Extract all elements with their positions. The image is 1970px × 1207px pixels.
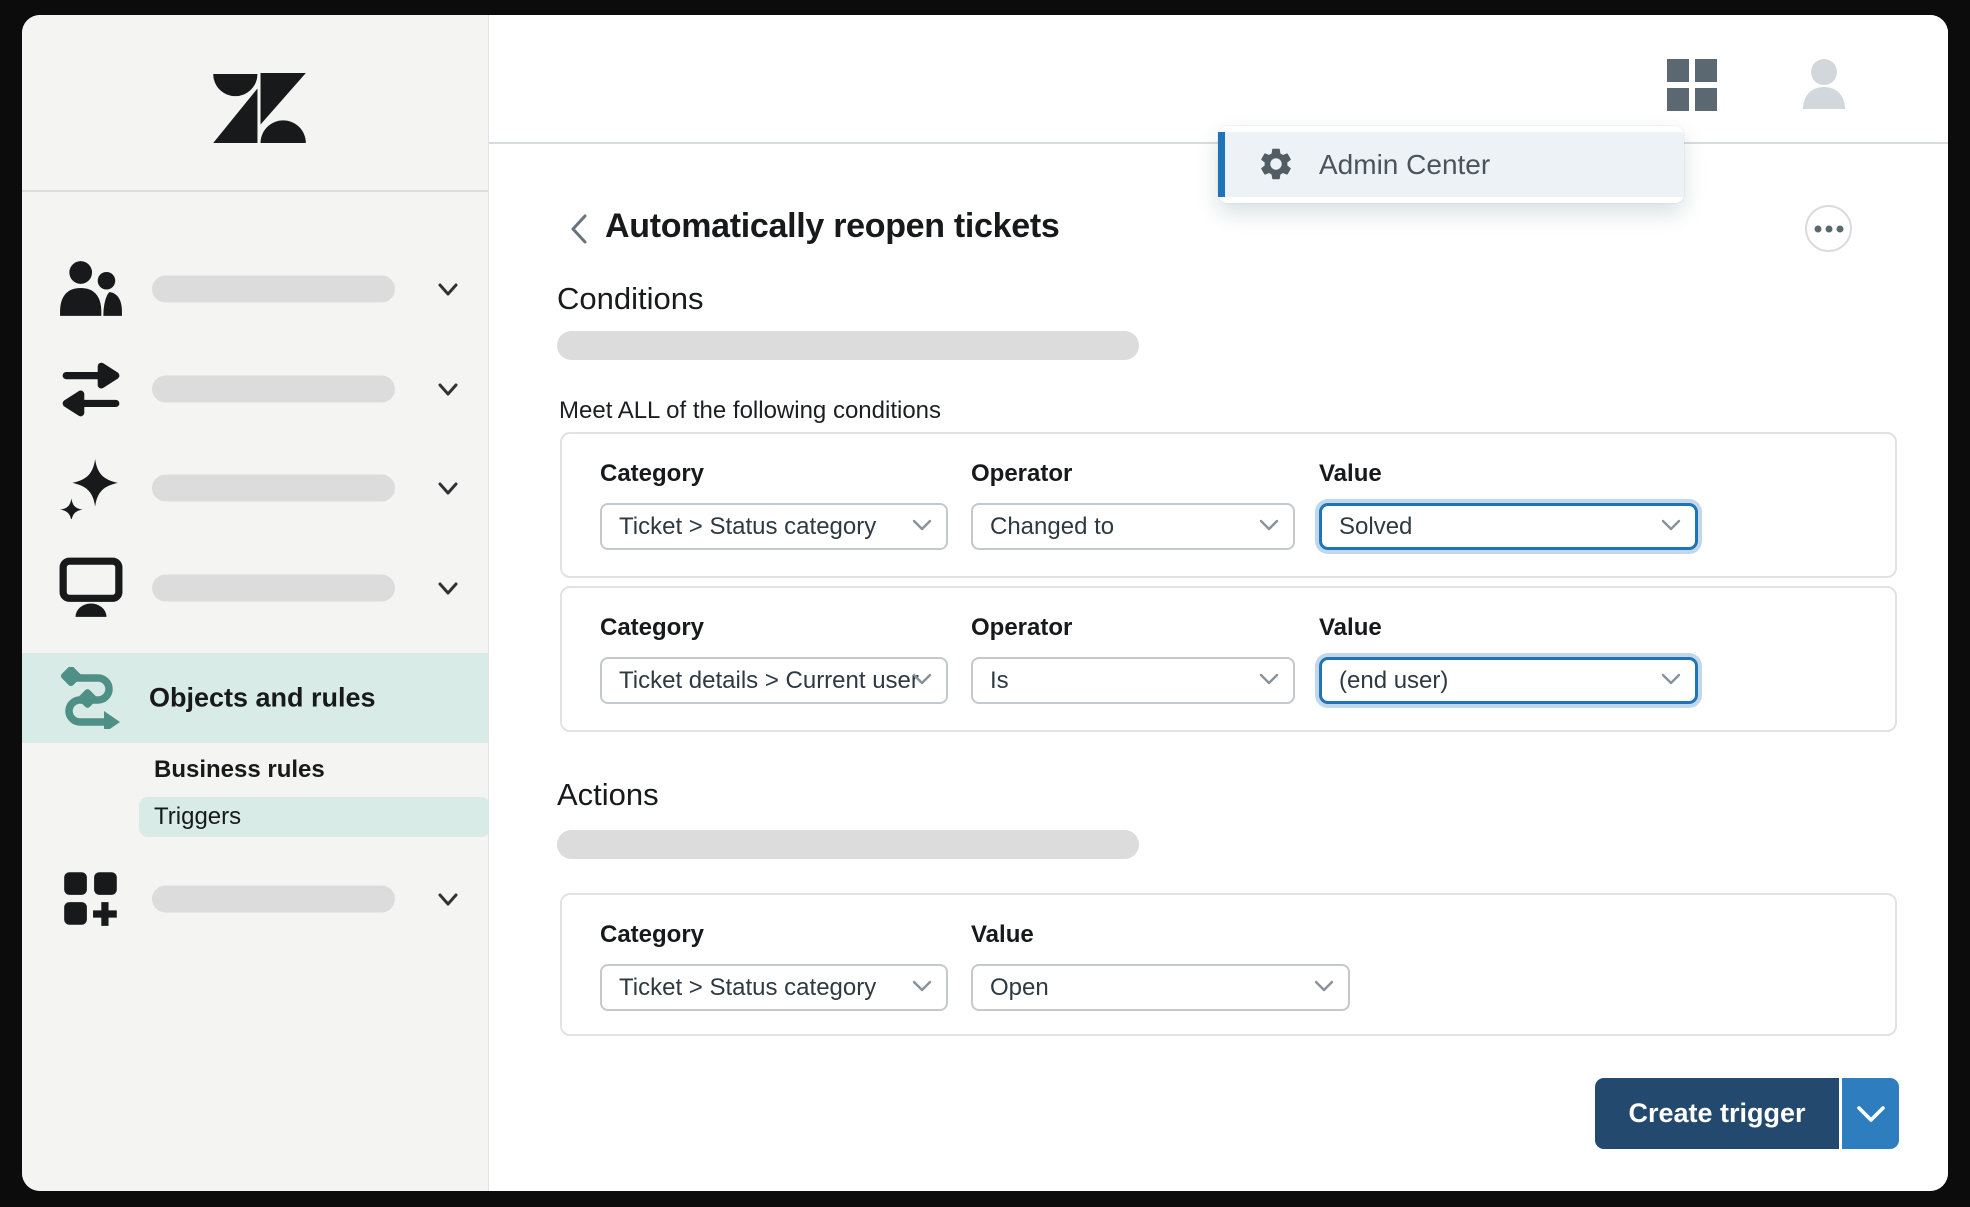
chevron-down-icon <box>912 979 932 997</box>
value-label: Value <box>971 921 1350 949</box>
monitor-icon <box>58 557 124 619</box>
create-trigger-split-button: Create trigger <box>1595 1078 1899 1149</box>
skeleton-text <box>557 830 1139 859</box>
admin-center-flyout: Admin Center <box>1218 126 1684 203</box>
category-select[interactable]: Ticket details > Current user <box>600 657 948 704</box>
value-select[interactable]: Open <box>971 964 1350 1011</box>
create-trigger-button[interactable]: Create trigger <box>1595 1078 1839 1149</box>
ellipsis-icon[interactable] <box>1805 205 1852 252</box>
chevron-down-icon[interactable] <box>434 375 462 403</box>
menu-item-admin-center[interactable]: Admin Center <box>1218 132 1684 197</box>
sidebar-item-channels[interactable] <box>22 357 488 421</box>
skeleton-label <box>152 276 395 303</box>
sidebar-item-apps[interactable] <box>22 867 488 931</box>
action-card: Category Ticket > Status category Value … <box>560 893 1897 1036</box>
skeleton-label <box>152 886 395 913</box>
chevron-down-icon <box>1314 979 1334 997</box>
app-window: Objects and rules Business rules Trigger… <box>22 15 1948 1191</box>
gear-icon <box>1257 145 1295 183</box>
skeleton-label <box>152 475 395 502</box>
create-trigger-caret-button[interactable] <box>1842 1078 1899 1149</box>
meet-all-text: Meet ALL of the following conditions <box>559 397 941 425</box>
chevron-down-icon[interactable] <box>434 885 462 913</box>
sidebar-divider <box>22 190 488 192</box>
sparkles-icon <box>58 457 124 519</box>
operator-label: Operator <box>971 614 1295 642</box>
chevron-down-icon[interactable] <box>434 574 462 602</box>
chevron-down-icon[interactable] <box>434 275 462 303</box>
category-label: Category <box>600 460 948 488</box>
condition-card: Category Ticket > Status category Operat… <box>560 432 1897 578</box>
operator-select[interactable]: Is <box>971 657 1295 704</box>
value-select[interactable]: (end user) <box>1319 657 1698 704</box>
skeleton-text <box>557 331 1139 360</box>
chevron-down-icon <box>912 518 932 536</box>
chevron-down-icon[interactable] <box>434 474 462 502</box>
sidebar-item-workspaces[interactable] <box>22 556 488 620</box>
category-select[interactable]: Ticket > Status category <box>600 964 948 1011</box>
sidebar-item-objects-and-rules[interactable]: Objects and rules <box>22 653 488 743</box>
sidebar-item-label: Objects and rules <box>149 683 376 714</box>
category-label: Category <box>600 921 948 949</box>
chevron-down-icon <box>1259 672 1279 690</box>
admin-center-label: Admin Center <box>1319 149 1490 181</box>
user-avatar-icon[interactable] <box>1801 59 1848 109</box>
sidebar: Objects and rules Business rules Trigger… <box>22 15 489 1191</box>
chevron-left-icon[interactable] <box>564 211 596 247</box>
skeleton-label <box>152 376 395 403</box>
main-content: Admin Center Automatically reopen ticket… <box>489 15 1948 1191</box>
apps-grid-plus-icon <box>58 868 124 930</box>
chevron-down-icon <box>912 672 932 690</box>
value-label: Value <box>1319 460 1698 488</box>
people-icon <box>58 258 124 320</box>
chevron-down-icon <box>1661 672 1681 690</box>
transfer-arrows-icon <box>58 358 124 420</box>
page-title: Automatically reopen tickets <box>605 207 1060 246</box>
value-label: Value <box>1319 614 1698 642</box>
sidebar-subitem-business-rules[interactable]: Business rules <box>154 752 474 788</box>
category-select[interactable]: Ticket > Status category <box>600 503 948 550</box>
condition-card: Category Ticket details > Current user O… <box>560 586 1897 732</box>
value-select[interactable]: Solved <box>1319 503 1698 550</box>
sidebar-item-ai[interactable] <box>22 456 488 520</box>
chevron-down-icon <box>1259 518 1279 536</box>
category-label: Category <box>600 614 948 642</box>
sidebar-subitem-triggers[interactable]: Triggers <box>139 797 490 837</box>
workflow-icon <box>58 667 126 729</box>
top-bar <box>489 15 1948 144</box>
operator-label: Operator <box>971 460 1295 488</box>
zendesk-logo <box>212 73 306 143</box>
chevron-down-icon <box>1661 518 1681 536</box>
chevron-down-icon <box>1856 1105 1886 1123</box>
sidebar-item-people[interactable] <box>22 257 488 321</box>
apps-grid-icon[interactable] <box>1667 59 1718 111</box>
operator-select[interactable]: Changed to <box>971 503 1295 550</box>
skeleton-label <box>152 575 395 602</box>
conditions-heading: Conditions <box>557 281 703 317</box>
sidebar-subitem-label: Triggers <box>154 803 241 831</box>
actions-heading: Actions <box>557 777 659 813</box>
